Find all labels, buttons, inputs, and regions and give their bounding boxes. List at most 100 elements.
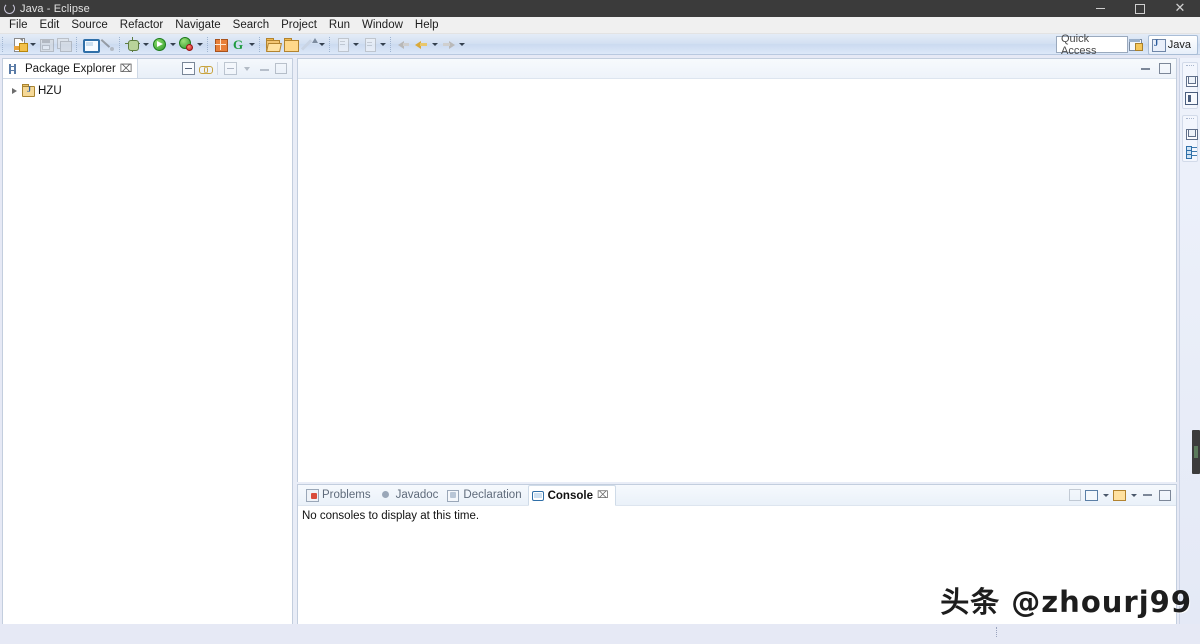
maximize-console-button[interactable]: [1157, 486, 1172, 504]
close-window-button[interactable]: ✕: [1160, 0, 1200, 17]
debug-button[interactable]: [123, 35, 141, 53]
toolbar-group-launch: [122, 35, 205, 54]
debug-dropdown[interactable]: [141, 35, 150, 53]
menu-help[interactable]: Help: [409, 17, 445, 33]
toolbar-separator: [76, 36, 77, 52]
maximize-window-button[interactable]: [1120, 0, 1160, 17]
link-with-editor-button[interactable]: [197, 60, 213, 77]
collapse-all-button[interactable]: [180, 60, 196, 77]
tab-declaration[interactable]: Declaration: [444, 486, 527, 505]
edit-button[interactable]: [299, 35, 318, 53]
next-annotation-button[interactable]: [333, 35, 351, 53]
restore-editor-button[interactable]: [1183, 126, 1200, 142]
vertical-scrollbar[interactable]: [1192, 430, 1200, 474]
menu-search[interactable]: Search: [227, 17, 275, 33]
scrollbar-thumb[interactable]: [1194, 446, 1198, 458]
console-icon: [82, 37, 100, 53]
backward-history-button[interactable]: [412, 35, 430, 53]
close-icon[interactable]: ⌧: [597, 490, 609, 501]
menu-refactor[interactable]: Refactor: [114, 17, 169, 33]
minimize-view-button[interactable]: [256, 60, 272, 77]
maximize-view-button[interactable]: [273, 60, 289, 77]
chevron-right-icon[interactable]: [9, 85, 19, 97]
menu-run[interactable]: Run: [323, 17, 356, 33]
save-button[interactable]: [37, 35, 55, 53]
pin-console-button[interactable]: [1067, 486, 1082, 504]
menu-edit[interactable]: Edit: [34, 17, 66, 33]
forward-history-dropdown[interactable]: [457, 35, 466, 53]
edit-dropdown[interactable]: [317, 35, 326, 53]
open-console-icon: [1113, 489, 1126, 501]
package-explorer-fastview-button[interactable]: [1183, 90, 1200, 106]
new-wizard-button[interactable]: [10, 35, 28, 53]
maximize-editor-button[interactable]: [1158, 60, 1172, 77]
editor-area-toolbar: [1138, 59, 1172, 78]
tab-label: Console: [547, 489, 593, 502]
tab-console[interactable]: Console ⌧: [527, 485, 616, 506]
menu-project[interactable]: Project: [275, 17, 323, 33]
close-icon[interactable]: ⌧: [120, 63, 133, 74]
editor-area: [297, 58, 1177, 482]
back-button[interactable]: [394, 35, 412, 53]
restore-button[interactable]: [1183, 73, 1200, 89]
toolbar-grip[interactable]: [2, 36, 8, 52]
watermark-text: 头条 @zhourj99: [940, 585, 1192, 619]
package-explorer-toolbar: [180, 59, 289, 78]
run-button[interactable]: [150, 35, 168, 53]
new-wizard-dropdown[interactable]: [28, 35, 37, 53]
menu-file[interactable]: File: [3, 17, 34, 33]
view-menu-button[interactable]: [239, 60, 255, 77]
title-bar: Java - Eclipse ✕: [0, 0, 1200, 17]
new-java-project-button[interactable]: [211, 35, 229, 53]
java-project-folder-icon: J: [22, 84, 35, 97]
minimize-console-button[interactable]: [1140, 486, 1155, 504]
focus-on-active-task-button[interactable]: [222, 60, 238, 77]
quick-access-input[interactable]: Quick Access: [1056, 33, 1128, 57]
back-arrow-icon: [396, 37, 411, 52]
toggle-mark-occurrences-button[interactable]: [98, 35, 116, 53]
new-console-view-button[interactable]: [80, 35, 100, 53]
perspective-switcher: J Java: [1126, 34, 1198, 55]
menu-navigate[interactable]: Navigate: [169, 17, 226, 33]
open-console-button[interactable]: [1112, 486, 1127, 504]
editor-empty-area[interactable]: [298, 79, 1176, 482]
status-bar: [0, 625, 1200, 644]
tree-item-hzu[interactable]: J HZU: [3, 82, 292, 99]
menu-window[interactable]: Window: [356, 17, 409, 33]
save-all-button[interactable]: [55, 35, 73, 53]
open-console-dropdown[interactable]: [1129, 486, 1138, 504]
previous-annotation-dropdown[interactable]: [378, 35, 387, 53]
run-coverage-button[interactable]: [177, 35, 195, 53]
minimize-editor-button[interactable]: [1138, 60, 1152, 77]
previous-annotation-button[interactable]: [360, 35, 378, 53]
menu-source[interactable]: Source: [65, 17, 113, 33]
minimize-window-button[interactable]: [1080, 0, 1120, 17]
javadoc-icon: [380, 489, 392, 501]
open-type-button[interactable]: [263, 35, 282, 53]
status-bar-grip[interactable]: [996, 627, 999, 637]
fast-view-grip[interactable]: [1186, 118, 1194, 124]
run-coverage-dropdown[interactable]: [195, 35, 204, 53]
outline-fastview-button[interactable]: [1183, 143, 1200, 159]
forward-history-button[interactable]: [439, 35, 457, 53]
previous-annotation-icon: [362, 37, 377, 52]
fast-view-group-explorer: [1182, 62, 1198, 109]
window-controls: ✕: [1080, 0, 1200, 17]
tab-problems[interactable]: Problems: [303, 486, 377, 505]
perspective-tab-label: Java: [1167, 38, 1191, 51]
run-dropdown[interactable]: [168, 35, 177, 53]
tab-package-explorer[interactable]: Package Explorer ⌧: [3, 59, 139, 78]
maximize-icon: [275, 63, 287, 74]
tab-label: Problems: [322, 489, 371, 501]
open-perspective-button[interactable]: [1126, 36, 1145, 54]
tab-javadoc[interactable]: Javadoc: [377, 486, 445, 505]
next-annotation-dropdown[interactable]: [351, 35, 360, 53]
new-java-class-button[interactable]: G: [229, 35, 247, 53]
backward-history-dropdown[interactable]: [430, 35, 439, 53]
display-console-dropdown[interactable]: [1101, 486, 1110, 504]
fast-view-grip[interactable]: [1186, 65, 1194, 71]
open-task-button[interactable]: [281, 35, 299, 53]
new-java-class-dropdown[interactable]: [247, 35, 256, 53]
display-selected-console-button[interactable]: [1084, 486, 1099, 504]
perspective-tab-java[interactable]: J Java: [1147, 34, 1198, 55]
